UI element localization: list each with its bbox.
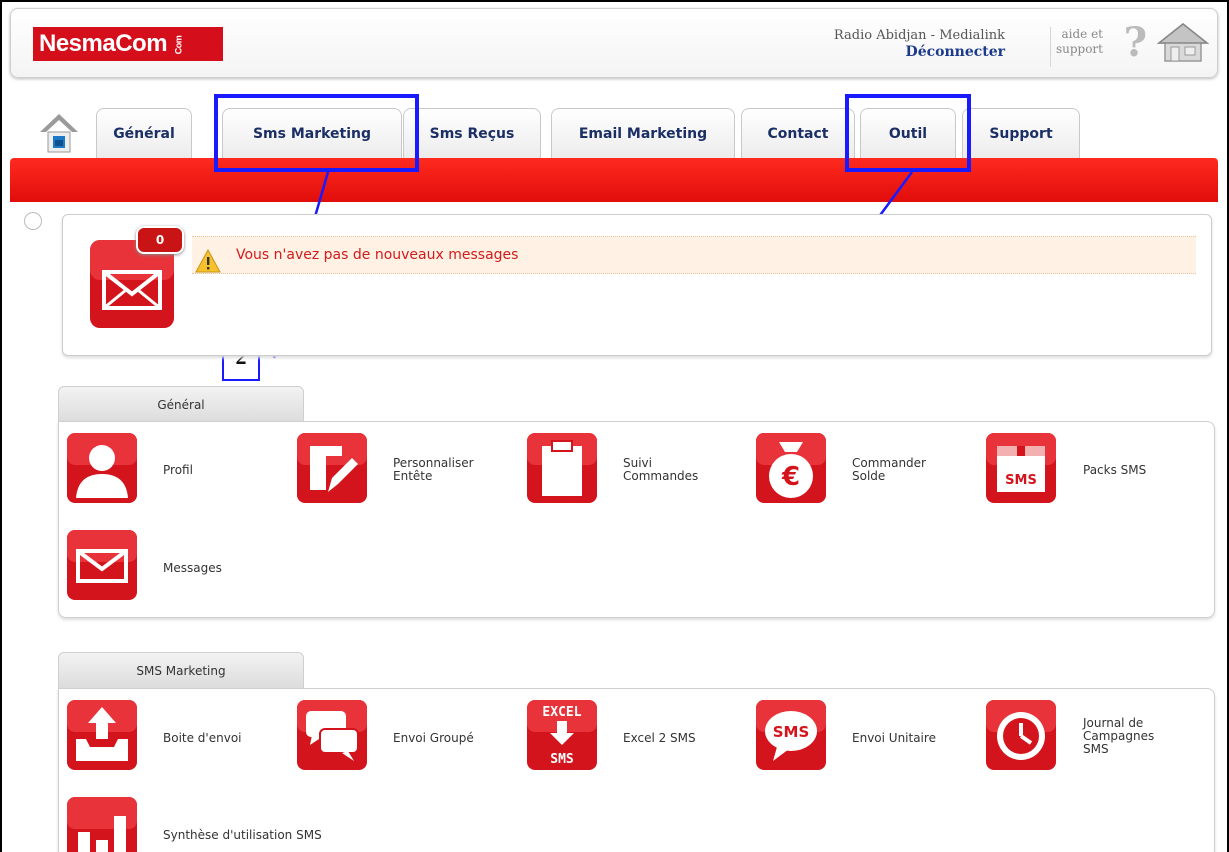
tab-sms-recus[interactable]: Sms Reçus: [403, 108, 541, 158]
item-label[interactable]: Synthèse d'utilisation SMS: [163, 829, 322, 842]
logo-text: NesmaCom: [39, 30, 168, 57]
home-tab-icon[interactable]: [38, 110, 80, 156]
sms-text: SMS: [773, 723, 810, 741]
house-icon[interactable]: [1157, 21, 1209, 63]
item-label[interactable]: Boite d'envoi: [163, 732, 242, 745]
header: NesmaCom Com Radio Abidjan - Medialink Dé…: [10, 8, 1218, 78]
notice-text: Vous n'avez pas de nouveaux messages: [236, 247, 519, 263]
account-name: Radio Abidjan - Medialink: [833, 28, 1005, 43]
item-label[interactable]: Envoi Unitaire: [852, 732, 936, 745]
red-banner: [10, 158, 1218, 202]
divider: [1050, 27, 1051, 67]
user-icon[interactable]: [66, 432, 138, 504]
sms-box-icon[interactable]: SMS: [985, 432, 1057, 504]
highlight-box-outil: [845, 94, 971, 172]
label-line: Commandes: [623, 469, 699, 483]
help-line-1: aide et: [1061, 27, 1103, 41]
item-label[interactable]: Personnaliser Entête: [393, 457, 474, 483]
item-label[interactable]: Profil: [163, 464, 193, 477]
item-label[interactable]: Packs SMS: [1083, 464, 1146, 477]
label-line: Solde: [852, 469, 886, 483]
item-label[interactable]: Commander Solde: [852, 457, 926, 483]
tab-general[interactable]: Général: [96, 108, 192, 158]
outbox-icon[interactable]: [66, 699, 138, 771]
clock-icon[interactable]: [985, 699, 1057, 771]
item-label[interactable]: Messages: [163, 562, 222, 575]
item-label[interactable]: Suivi Commandes: [623, 457, 698, 483]
excel-text: EXCEL: [542, 705, 581, 720]
logout-link[interactable]: Déconnecter: [834, 44, 1005, 61]
section-tab-general[interactable]: Général: [58, 386, 304, 422]
clipboard-icon[interactable]: [526, 432, 598, 504]
label-line: Entête: [393, 469, 433, 483]
question-mark-icon[interactable]: ?: [1124, 19, 1147, 66]
label-line: SMS: [1083, 742, 1109, 756]
sms-text: SMS: [550, 752, 574, 767]
excel-sms-icon[interactable]: EXCEL SMS: [526, 699, 598, 771]
bar-chart-icon[interactable]: [66, 796, 138, 852]
section-tab-sms-marketing[interactable]: SMS Marketing: [58, 652, 304, 688]
item-label[interactable]: Journal de Campagnes SMS: [1083, 717, 1154, 756]
envelope-icon[interactable]: [66, 529, 138, 601]
account-info: Radio Abidjan - Medialink Déconnecter: [834, 27, 1005, 61]
highlight-box-sms-marketing: [214, 94, 419, 172]
help-line-2: support: [1055, 42, 1103, 56]
edit-icon[interactable]: [296, 432, 368, 504]
unread-badge: 0: [136, 226, 184, 254]
logo[interactable]: NesmaCom Com: [33, 27, 223, 61]
tab-support[interactable]: Support: [962, 108, 1080, 158]
sms-text: SMS: [1005, 473, 1037, 488]
logo-suffix: Com: [173, 35, 184, 54]
svg-text:€: €: [781, 462, 800, 492]
sms-bubble-icon[interactable]: SMS: [755, 699, 827, 771]
item-label[interactable]: Envoi Groupé: [393, 732, 474, 745]
chat-bubbles-icon[interactable]: [296, 699, 368, 771]
warning-icon: [195, 249, 221, 273]
item-label[interactable]: Excel 2 SMS: [623, 732, 696, 745]
radio-button[interactable]: [24, 212, 42, 230]
euro-bag-icon[interactable]: €: [755, 432, 827, 504]
tab-contact[interactable]: Contact: [741, 108, 855, 158]
help-support-link[interactable]: aide et support: [1056, 27, 1103, 57]
tab-email-marketing[interactable]: Email Marketing: [551, 108, 735, 158]
